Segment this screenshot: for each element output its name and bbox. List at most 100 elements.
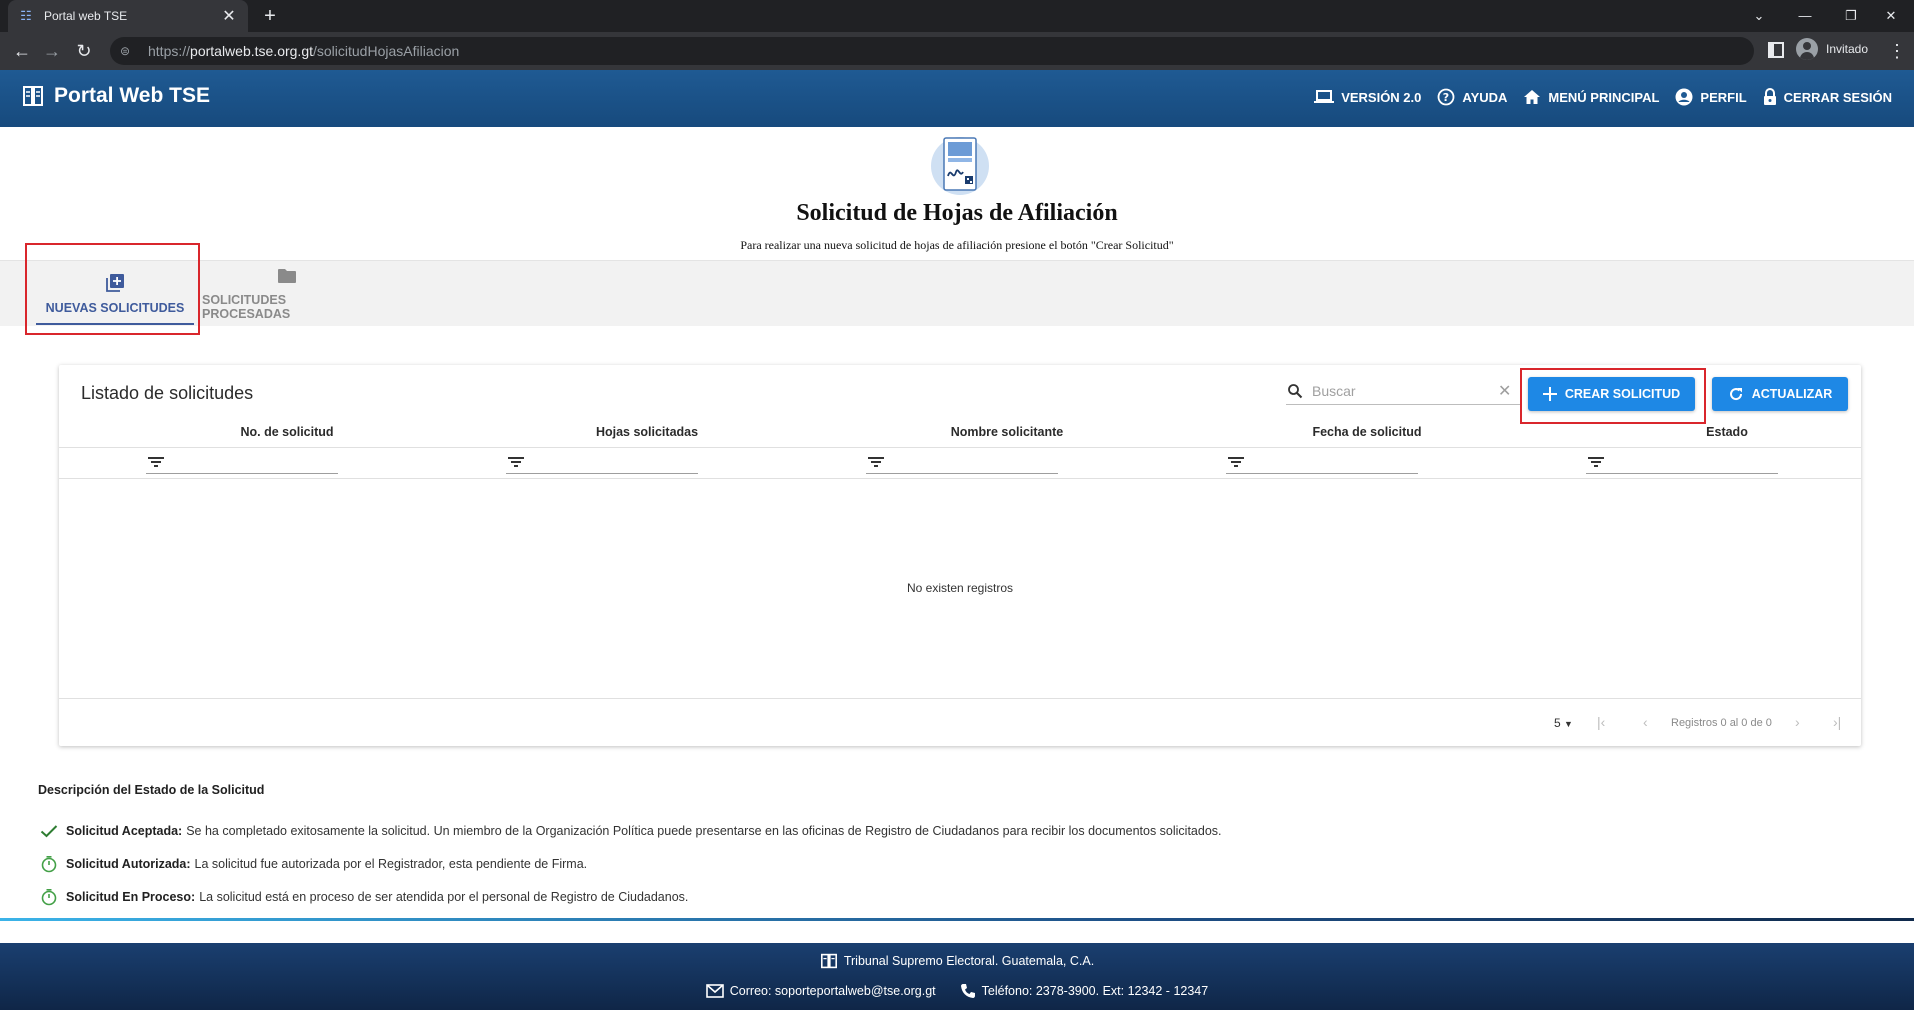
back-arrow-icon[interactable]: ← <box>10 39 34 63</box>
status-authorized-row: Solicitud Autorizada: La solicitud fue a… <box>40 855 587 873</box>
more-menu-icon[interactable]: ⋮ <box>1888 39 1906 63</box>
url-omnibox[interactable]: ⊜ https://portalweb.tse.org.gt/solicitud… <box>110 37 1754 65</box>
version-label: VERSIÓN 2.0 <box>1341 89 1422 105</box>
page-size-value: 5 <box>1554 716 1561 730</box>
home-icon <box>1524 90 1541 104</box>
new-tab-button[interactable]: + <box>258 4 282 28</box>
constancia-document-icon <box>931 137 989 195</box>
filter-icon <box>508 457 524 467</box>
side-panel-icon[interactable] <box>1768 42 1784 58</box>
dropdown-caret-icon: ▼ <box>1564 719 1573 729</box>
status-label: Solicitud Autorizada: <box>66 857 191 871</box>
profile-name: Invitado <box>1826 42 1869 56</box>
timer-icon <box>41 856 57 873</box>
filter-icon <box>868 457 884 467</box>
logout-menu-item[interactable]: CERRAR SESIÓN <box>1763 88 1892 106</box>
check-icon <box>40 825 58 838</box>
filter-icon <box>1588 457 1604 467</box>
previous-page-icon[interactable]: ‹ <box>1643 714 1648 730</box>
reload-icon[interactable]: ↻ <box>72 39 96 63</box>
timer-icon <box>41 889 57 906</box>
filter-no-solicitud[interactable] <box>146 454 338 474</box>
close-window-icon[interactable]: ✕ <box>1868 0 1914 32</box>
column-header-hojas[interactable]: Hojas solicitadas <box>467 425 827 439</box>
folder-icon <box>278 269 296 283</box>
refresh-button[interactable]: ACTUALIZAR <box>1712 377 1848 411</box>
browser-tab[interactable]: ☷ Portal web TSE ✕ <box>8 0 248 32</box>
help-circle-icon: ? <box>1437 88 1455 106</box>
request-tabs: NUEVAS SOLICITUDES SOLICITUDES PROCESADA… <box>0 260 1914 326</box>
next-page-icon[interactable]: › <box>1795 714 1800 730</box>
filter-icon <box>148 457 164 467</box>
mail-icon <box>705 984 724 998</box>
footer-org-row: Tribunal Supremo Electoral. Guatemala, C… <box>0 953 1914 969</box>
main-menu-item[interactable]: MENÚ PRINCIPAL <box>1523 89 1659 105</box>
status-description-title: Descripción del Estado de la Solicitud <box>38 783 265 797</box>
filter-row <box>59 447 1861 479</box>
tab-solicitudes-procesadas[interactable]: SOLICITUDES PROCESADAS <box>202 261 372 327</box>
close-tab-icon[interactable]: ✕ <box>220 6 238 26</box>
guest-avatar-icon <box>1796 38 1818 60</box>
tab-search-chevron-icon[interactable]: ⌄ <box>1736 0 1782 32</box>
footer-email[interactable]: Correo: soporteportalweb@tse.org.gt <box>705 984 936 998</box>
highlight-box-create <box>1520 368 1706 424</box>
minimize-window-icon[interactable]: — <box>1782 0 1828 32</box>
profile-label: PERFIL <box>1700 89 1747 105</box>
browser-tab-bar: ☷ Portal web TSE ✕ + ⌄ — ❐ ✕ <box>0 0 1914 32</box>
status-accepted-row: Solicitud Aceptada: Se ha completado exi… <box>40 824 1222 838</box>
search-input[interactable] <box>1312 382 1492 399</box>
filter-icon <box>1228 457 1244 467</box>
status-text: Se ha completado exitosamente la solicit… <box>186 824 1222 838</box>
status-label: Solicitud Aceptada: <box>66 824 183 838</box>
column-header-fecha[interactable]: Fecha de solicitud <box>1187 425 1547 439</box>
app-header: Portal Web TSE VERSIÓN 2.0 ? AYUDA MENÚ … <box>0 70 1914 127</box>
forward-arrow-icon[interactable]: → <box>40 39 64 63</box>
status-text: La solicitud está en proceso de ser aten… <box>199 890 689 904</box>
account-circle-icon <box>1675 88 1693 106</box>
page-size-select[interactable]: 5 ▼ <box>1554 716 1573 730</box>
brand-title: Portal Web TSE <box>54 84 210 107</box>
column-header-no-solicitud[interactable]: No. de solicitud <box>107 425 467 439</box>
footer: Tribunal Supremo Electoral. Guatemala, C… <box>0 943 1914 1010</box>
tse-favicon-icon: ☷ <box>20 8 32 23</box>
site-info-icon[interactable]: ⊜ <box>120 44 138 58</box>
tab-label: SOLICITUDES PROCESADAS <box>202 293 291 321</box>
column-header-estado[interactable]: Estado <box>1547 425 1907 439</box>
highlight-box-tab <box>25 243 200 335</box>
clear-search-icon[interactable]: ✕ <box>1498 381 1511 401</box>
filter-fecha[interactable] <box>1226 454 1418 474</box>
search-field[interactable]: ✕ <box>1286 377 1522 405</box>
empty-table-message: No existen registros <box>906 581 1014 595</box>
tse-logo-icon <box>23 86 43 106</box>
footer-org: Tribunal Supremo Electoral. Guatemala, C… <box>843 954 1095 968</box>
first-page-icon[interactable]: |‹ <box>1597 714 1605 730</box>
refresh-icon <box>1729 388 1742 401</box>
logout-label: CERRAR SESIÓN <box>1783 89 1892 105</box>
main-menu-label: MENÚ PRINCIPAL <box>1548 89 1660 105</box>
status-text: La solicitud fue autorizada por el Regis… <box>194 857 588 871</box>
footer-phone: Teléfono: 2378-3900. Ext: 12342 - 12347 <box>960 983 1208 999</box>
filter-nombre[interactable] <box>866 454 1058 474</box>
help-label: AYUDA <box>1462 89 1508 105</box>
brand[interactable]: Portal Web TSE <box>22 84 210 108</box>
last-page-icon[interactable]: ›| <box>1833 714 1841 730</box>
filter-hojas[interactable] <box>506 454 698 474</box>
search-icon <box>1288 383 1303 398</box>
filter-estado[interactable] <box>1586 454 1778 474</box>
profile-button[interactable]: Invitado <box>1796 38 1868 60</box>
column-header-nombre[interactable]: Nombre solicitante <box>827 425 1187 439</box>
table-header: No. de solicitud Hojas solicitadas Nombr… <box>59 425 1861 447</box>
status-in-process-row: Solicitud En Proceso: La solicitud está … <box>40 888 688 906</box>
browser-address-bar: ← → ↻ ⊜ https://portalweb.tse.org.gt/sol… <box>0 32 1914 70</box>
refresh-label: ACTUALIZAR <box>1751 387 1833 401</box>
footer-email-text: Correo: soporteportalweb@tse.org.gt <box>729 984 936 998</box>
status-label: Solicitud En Proceso: <box>66 890 196 904</box>
profile-menu-item[interactable]: PERFIL <box>1675 88 1747 106</box>
header-menu: VERSIÓN 2.0 ? AYUDA MENÚ PRINCIPAL PERFI… <box>1298 88 1892 106</box>
footer-divider <box>0 918 1914 921</box>
page-title: Solicitud de Hojas de Afiliación <box>796 200 1118 226</box>
version-menu-item[interactable]: VERSIÓN 2.0 <box>1314 89 1421 105</box>
list-title: Listado de solicitudes <box>81 383 254 403</box>
help-menu-item[interactable]: ? AYUDA <box>1437 88 1507 106</box>
page-range-info: Registros 0 al 0 de 0 <box>1671 717 1772 729</box>
